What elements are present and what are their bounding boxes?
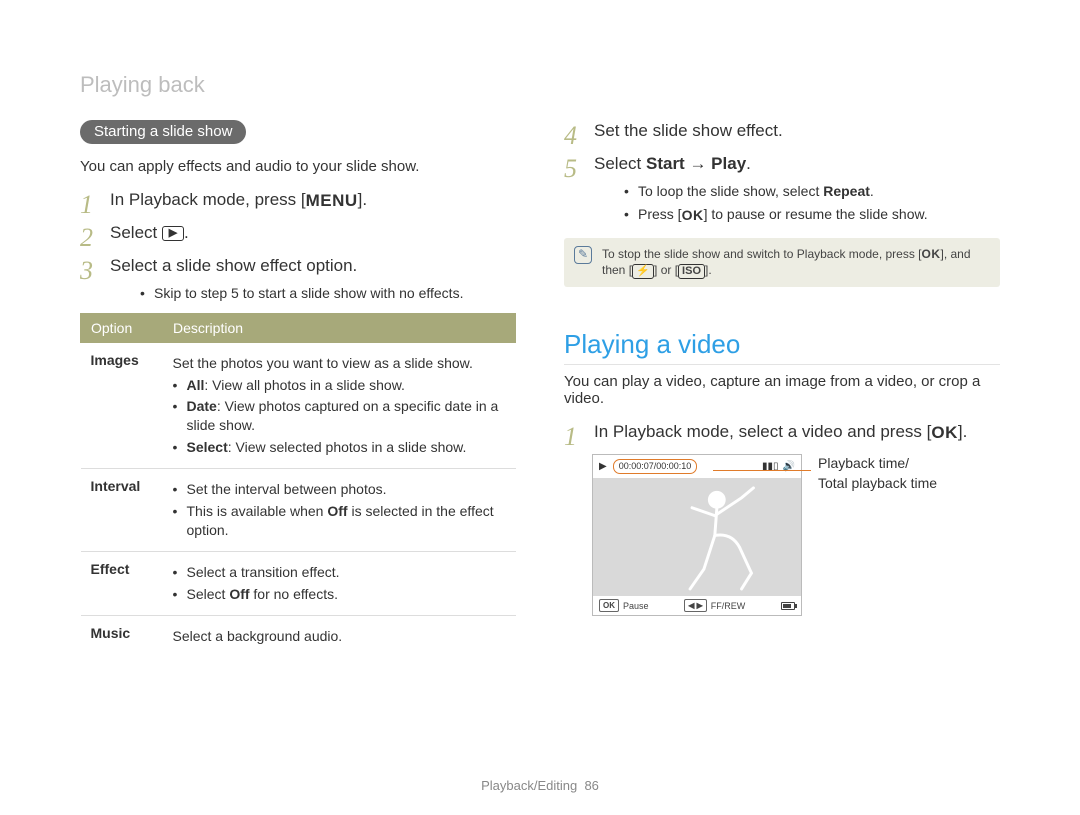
ok-icon: OK — [922, 248, 941, 260]
table-row: Images Set the photos you want to view a… — [81, 342, 516, 468]
option-name: Interval — [81, 469, 163, 552]
note-callout: ✎ To stop the slide show and switch to P… — [564, 238, 1000, 288]
list-item: Set the interval between photos. — [173, 480, 506, 499]
steps-list-video: In Playback mode, select a video and pre… — [564, 421, 1000, 444]
list-item: To loop the slide show, select Repeat. — [624, 182, 1000, 201]
battery-icon — [781, 602, 795, 610]
list-item: All: View all photos in a slide show. — [173, 376, 506, 395]
dancer-figure-icon — [593, 478, 801, 595]
option-desc: Select a background audio. — [163, 615, 516, 656]
option-name: Effect — [81, 551, 163, 615]
video-step-1: In Playback mode, select a video and pre… — [564, 421, 1000, 444]
step-text: . — [184, 223, 189, 242]
steps-list-right: Set the slide show effect. Select Start … — [564, 120, 1000, 224]
step-1: In Playback mode, press [MENU]. — [80, 189, 516, 212]
list-item: This is available when Off is selected i… — [173, 502, 506, 540]
video-frame — [593, 478, 801, 596]
page-footer: Playback/Editing 86 — [0, 778, 1080, 793]
pause-label: Pause — [623, 601, 649, 611]
subsection-pill: Starting a slide show — [80, 120, 246, 144]
ok-icon: OK — [682, 208, 704, 222]
option-desc: Set the photos you want to view as a sli… — [163, 342, 516, 468]
note-icon: ✎ — [574, 246, 592, 264]
step-text: ]. — [358, 190, 367, 209]
playback-icon: ▶ — [162, 226, 184, 241]
footer-section: Playback/Editing — [481, 778, 577, 793]
video-preview: ▶ 00:00:07/00:00:10 ▮▮▯ 🔊 — [592, 454, 802, 616]
step-2: Select ▶. — [80, 222, 516, 245]
step-4: Set the slide show effect. — [564, 120, 1000, 143]
section-title: Playing a video — [564, 329, 1000, 365]
section-header: Playing back — [80, 72, 1000, 98]
left-right-icon: ◀ ▶ — [684, 599, 707, 612]
step-text: Select — [110, 223, 162, 242]
option-desc: Set the interval between photos. This is… — [163, 469, 516, 552]
list-item: Press [OK] to pause or resume the slide … — [624, 205, 1000, 224]
option-name: Images — [81, 342, 163, 468]
list-item: Date: View photos captured on a specific… — [173, 397, 506, 435]
subsection-lead: You can apply effects and audio to your … — [80, 158, 516, 175]
col-description: Description — [163, 313, 516, 342]
list-item: Select Off for no effects. — [173, 585, 506, 604]
options-table: Option Description Images Set the photos… — [80, 313, 516, 657]
iso-icon: ISO — [678, 264, 705, 279]
steps-list-left: In Playback mode, press [MENU]. Select ▶… — [80, 189, 516, 303]
table-row: Music Select a background audio. — [81, 615, 516, 656]
list-item: Select a transition effect. — [173, 563, 506, 582]
option-name: Music — [81, 615, 163, 656]
left-column: Starting a slide show You can apply effe… — [80, 120, 516, 657]
step-3-sub: Skip to step 5 to start a slide show wit… — [140, 284, 516, 303]
ffrew-label: FF/REW — [711, 601, 746, 611]
flash-icon: ⚡ — [632, 264, 654, 279]
section-lead: You can play a video, capture an image f… — [564, 373, 1000, 407]
footer-page: 86 — [584, 778, 598, 793]
callout-line — [713, 470, 811, 471]
table-row: Interval Set the interval between photos… — [81, 469, 516, 552]
desc-lead: Set the photos you want to view as a sli… — [173, 354, 506, 373]
step-text: In Playback mode, press [ — [110, 190, 306, 209]
col-option: Option — [81, 313, 163, 342]
play-icon: ▶ — [599, 461, 607, 472]
step-text: Select a slide show effect option. — [110, 256, 357, 275]
ok-button-icon: OK — [599, 599, 619, 612]
time-bubble: 00:00:07/00:00:10 — [613, 459, 698, 474]
step-5: Select Start → Play. To loop the slide s… — [564, 153, 1000, 224]
table-row: Effect Select a transition effect. Selec… — [81, 551, 516, 615]
option-desc: Select a transition effect. Select Off f… — [163, 551, 516, 615]
ok-icon: OK — [931, 424, 958, 441]
note-text: To stop the slide show and switch to Pla… — [602, 246, 990, 280]
menu-icon: MENU — [306, 192, 358, 209]
step-3: Select a slide show effect option. Skip … — [80, 255, 516, 303]
right-column: Set the slide show effect. Select Start … — [564, 120, 1000, 657]
list-item: Select: View selected photos in a slide … — [173, 438, 506, 457]
video-annotation: Playback time/ Total playback time — [818, 454, 937, 493]
